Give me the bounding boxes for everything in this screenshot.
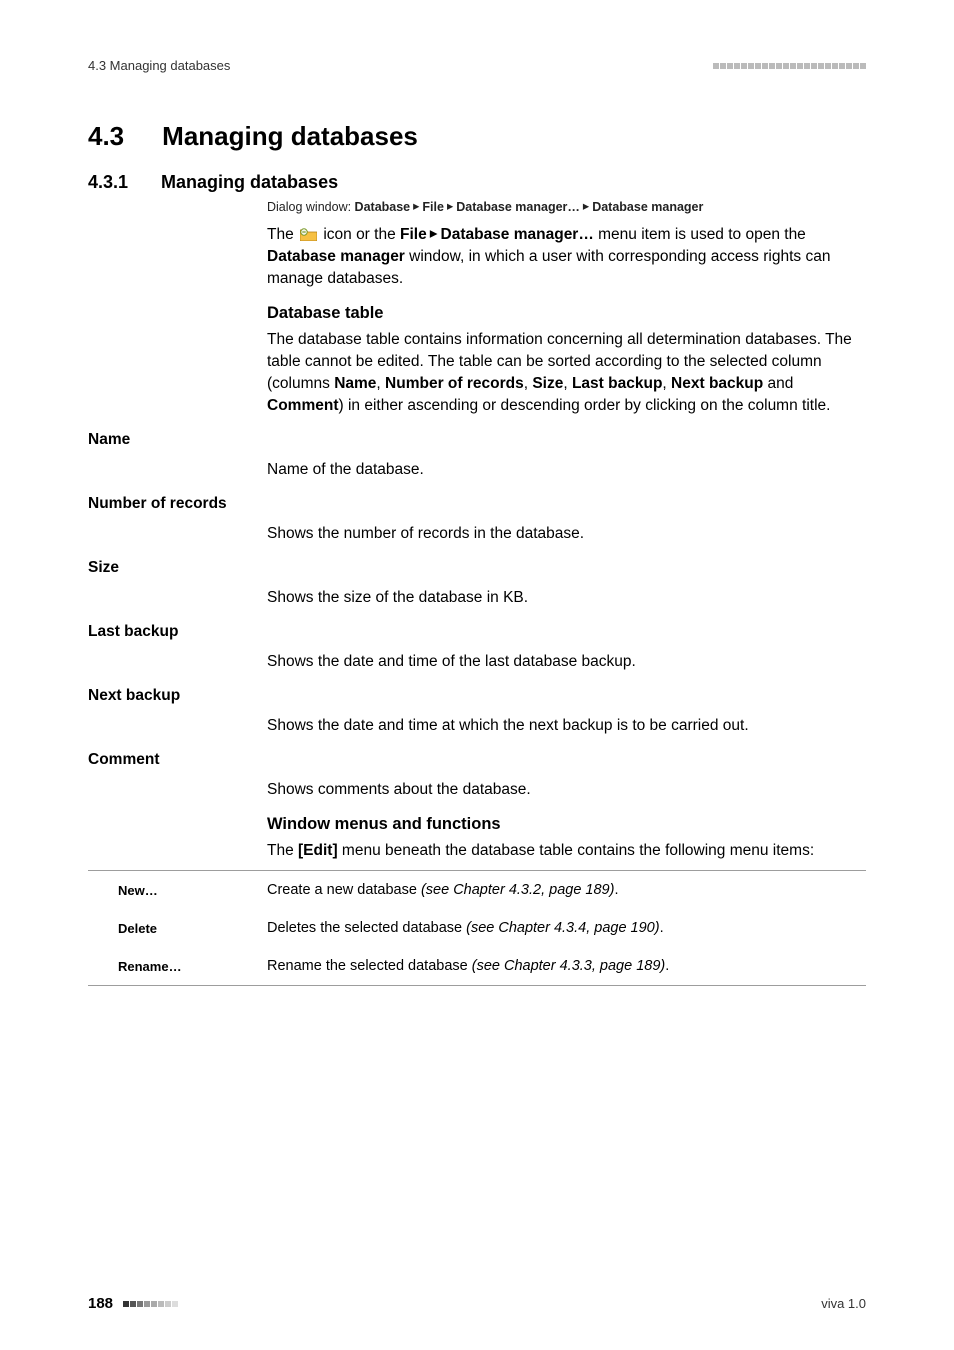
definition-term: Comment (88, 751, 866, 769)
footer-version: viva 1.0 (821, 1296, 866, 1311)
definition-term: Next backup (88, 687, 866, 705)
intro-paragraph: The icon or the File▸Database manager… m… (267, 224, 857, 290)
menu-item-description: Deletes the selected database (see Chapt… (267, 920, 866, 936)
page-number: 188 (88, 1295, 113, 1312)
database-table-heading: Database table (267, 304, 857, 323)
definition-text: Name of the database. (267, 459, 857, 481)
definition-term: Last backup (88, 623, 866, 641)
table-row: New… Create a new database (see Chapter … (88, 871, 866, 909)
menu-item-description: Create a new database (see Chapter 4.3.2… (267, 882, 866, 898)
definition-text: Shows the date and time at which the nex… (267, 715, 857, 737)
definition-term: Size (88, 559, 866, 577)
menu-item-description: Rename the selected database (see Chapte… (267, 958, 866, 974)
definition-term: Number of records (88, 495, 866, 513)
menu-item-label: New… (118, 883, 267, 898)
window-menus-paragraph: The [Edit] menu beneath the database tab… (267, 840, 857, 862)
database-table-paragraph: The database table contains information … (267, 329, 857, 417)
section-number: 4.3 (88, 121, 124, 152)
triangle-icon: ▸ (583, 198, 589, 213)
table-row: Delete Deletes the selected database (se… (88, 909, 866, 947)
header-squares-decoration (713, 63, 866, 69)
triangle-icon: ▸ (447, 198, 453, 213)
dialog-window-path: Dialog window: Database▸File▸Database ma… (267, 199, 857, 214)
definition-text: Shows the date and time of the last data… (267, 651, 857, 673)
subsection-number: 4.3.1 (88, 172, 128, 193)
table-row: Rename… Rename the selected database (se… (88, 947, 866, 985)
window-menus-heading: Window menus and functions (267, 815, 857, 834)
section-heading: 4.3 Managing databases (88, 121, 866, 152)
triangle-icon: ▸ (413, 198, 419, 213)
definition-text: Shows the size of the database in KB. (267, 587, 857, 609)
subsection-heading: 4.3.1 Managing databases (88, 172, 866, 193)
menu-item-label: Rename… (118, 959, 267, 974)
definition-term: Name (88, 431, 866, 449)
triangle-icon: ▸ (430, 223, 438, 245)
footer-squares-decoration (123, 1301, 178, 1307)
edit-menu-table: New… Create a new database (see Chapter … (88, 870, 866, 986)
definition-text: Shows the number of records in the datab… (267, 523, 857, 545)
header-section-label: 4.3 Managing databases (88, 58, 230, 73)
menu-item-label: Delete (118, 921, 267, 936)
subsection-title: Managing databases (161, 172, 338, 193)
page-header: 4.3 Managing databases (88, 58, 866, 73)
database-manager-icon (300, 227, 317, 241)
definition-text: Shows comments about the database. (267, 779, 857, 801)
page-footer: 188 viva 1.0 (88, 1295, 866, 1312)
section-title: Managing databases (162, 121, 418, 152)
